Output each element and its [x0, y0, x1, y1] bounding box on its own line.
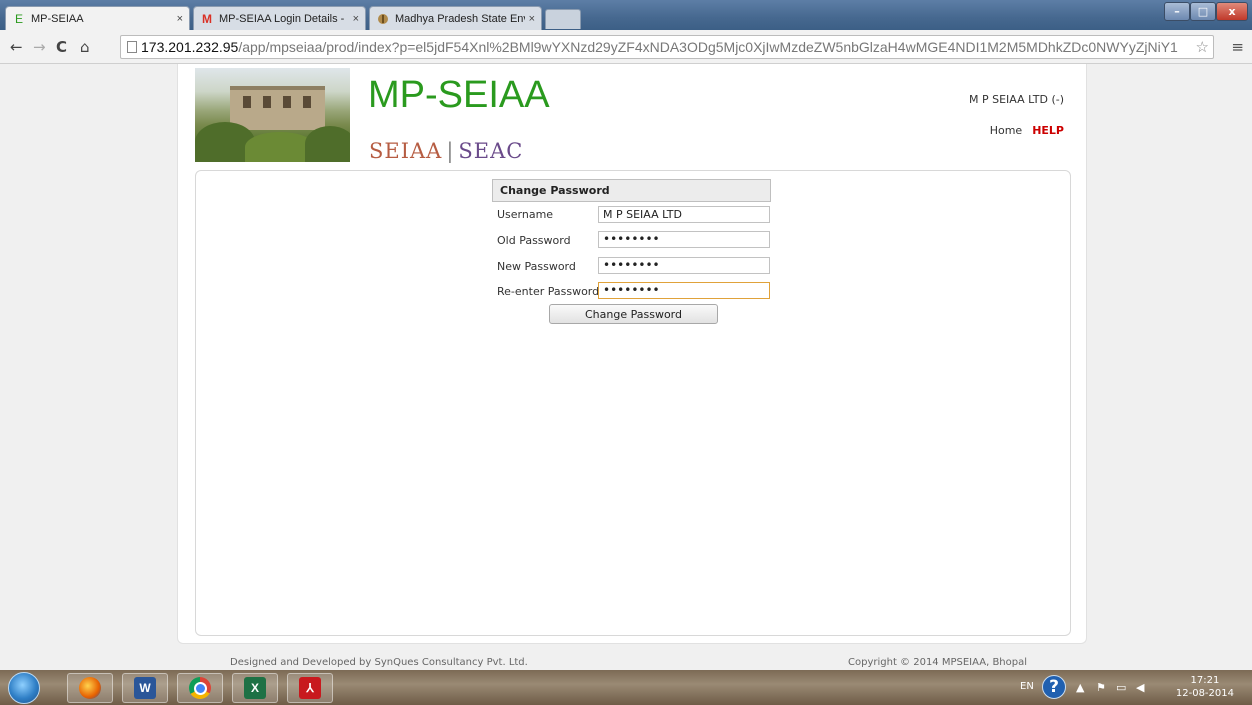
page-icon	[127, 41, 137, 53]
bookmark-star-icon[interactable]: ☆	[1196, 38, 1209, 56]
subtitle-seiaa: SEIAA	[369, 139, 443, 163]
tab-label: MP-SEIAA	[31, 12, 84, 25]
tab-login-details[interactable]: M MP-SEIAA Login Details - ×	[193, 6, 366, 30]
site-title: MP-SEIAA	[368, 74, 550, 116]
old-password-label: Old Password	[497, 234, 571, 247]
reenter-password-label: Re-enter Password	[497, 285, 600, 298]
taskbar-acrobat[interactable]: ⅄	[287, 673, 333, 703]
show-hidden-icons-icon[interactable]: ▲	[1076, 681, 1084, 694]
taskbar: W X ⅄ EN ? ▲ ⚑ ▭ ◀ 17:21 12-08-2014	[0, 670, 1252, 705]
old-password-field[interactable]: ••••••••	[598, 231, 770, 248]
home-icon[interactable]: ⌂	[80, 38, 90, 56]
taskbar-excel[interactable]: X	[232, 673, 278, 703]
change-password-button[interactable]: Change Password	[549, 304, 718, 324]
e-favicon-icon: E	[14, 11, 23, 26]
reload-icon[interactable]: C	[56, 38, 67, 56]
subtitle-seac: SEAC	[458, 139, 524, 163]
reenter-password-field[interactable]: ••••••••	[598, 282, 770, 299]
close-window-button[interactable]: x	[1216, 2, 1248, 21]
new-tab-button[interactable]	[545, 9, 581, 29]
home-link[interactable]: Home	[990, 124, 1022, 137]
url-path: /app/mpseiaa/prod/index?p=el5jdF54Xnl%2B…	[238, 39, 1178, 55]
clock-time: 17:21	[1190, 675, 1220, 686]
minimize-button[interactable]: –	[1164, 2, 1190, 21]
chrome-icon	[189, 677, 211, 699]
browser-tab-strip: E MP-SEIAA × M MP-SEIAA Login Details - …	[0, 0, 1252, 30]
word-icon: W	[134, 677, 156, 699]
top-links: Home HELP	[990, 124, 1064, 137]
clock[interactable]: 17:21 12-08-2014	[1176, 674, 1234, 700]
menu-icon[interactable]: ≡	[1231, 38, 1244, 56]
close-tab-icon[interactable]: ×	[529, 13, 535, 25]
network-icon[interactable]: ▭	[1116, 681, 1126, 694]
forward-arrow-icon[interactable]: →	[33, 38, 46, 56]
username-label: Username	[497, 208, 554, 221]
help-icon[interactable]: ?	[1042, 675, 1066, 699]
new-password-label: New Password	[497, 260, 576, 273]
site-subtitle: SEIAA | SEAC	[369, 139, 523, 163]
subtitle-separator: |	[446, 139, 455, 163]
new-password-field[interactable]: ••••••••	[598, 257, 770, 274]
user-name: M P SEIAA LTD (-)	[969, 93, 1064, 106]
browser-toolbar: ← → C ⌂ 173.201.232.95/app/mpseiaa/prod/…	[0, 30, 1252, 64]
form-heading: Change Password	[492, 179, 771, 202]
action-center-flag-icon[interactable]: ⚑	[1096, 681, 1106, 694]
close-tab-icon[interactable]: ×	[353, 13, 359, 25]
start-button[interactable]	[8, 672, 40, 704]
firefox-icon	[79, 677, 101, 699]
building-photo	[195, 68, 350, 162]
language-indicator[interactable]: EN	[1020, 681, 1034, 692]
seal-icon	[376, 12, 390, 26]
address-bar[interactable]: 173.201.232.95/app/mpseiaa/prod/index?p=…	[120, 35, 1214, 59]
clock-date: 12-08-2014	[1175, 688, 1234, 699]
footer-credits: Designed and Developed by SynQues Consul…	[230, 657, 528, 668]
help-link[interactable]: HELP	[1032, 124, 1064, 137]
page-body: MP-SEIAA SEIAA | SEAC M P SEIAA LTD (-) Ho…	[0, 64, 1252, 670]
tab-label: MP-SEIAA Login Details -	[219, 12, 345, 25]
content-area: MP-SEIAA SEIAA | SEAC M P SEIAA LTD (-) Ho…	[177, 64, 1087, 644]
username-field[interactable]: M P SEIAA LTD	[598, 206, 770, 223]
url-host: 173.201.232.95	[141, 39, 239, 55]
taskbar-word[interactable]: W	[122, 673, 168, 703]
taskbar-firefox[interactable]	[67, 673, 113, 703]
back-arrow-icon[interactable]: ←	[10, 38, 23, 56]
tab-madhya-pradesh[interactable]: Madhya Pradesh State Env ×	[369, 6, 542, 30]
taskbar-chrome[interactable]	[177, 673, 223, 703]
volume-icon[interactable]: ◀	[1136, 681, 1144, 694]
gmail-icon: M	[202, 11, 212, 26]
excel-icon: X	[244, 677, 266, 699]
maximize-button[interactable]: □	[1190, 2, 1216, 21]
system-tray: EN ? ▲ ⚑ ▭ ◀ 17:21 12-08-2014	[1012, 670, 1252, 705]
tab-label: Madhya Pradesh State Env	[395, 12, 525, 25]
close-tab-icon[interactable]: ×	[177, 13, 183, 25]
footer-copyright: Copyright © 2014 MPSEIAA, Bhopal	[848, 657, 1028, 668]
acrobat-icon: ⅄	[299, 677, 321, 699]
tab-mp-seiaa[interactable]: E MP-SEIAA ×	[5, 6, 190, 30]
